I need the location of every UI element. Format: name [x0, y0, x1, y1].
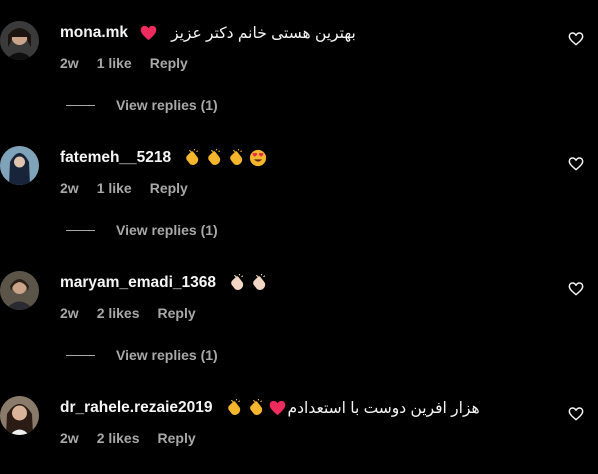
comment-line: fatemeh__5218: [60, 146, 267, 170]
clap-light-icon: [250, 274, 268, 292]
comment-meta: 2w 2 likes Reply: [60, 304, 214, 322]
comment-line: mona.mk بهترین هستی خانم دکتر عزیز: [60, 21, 356, 45]
comment-meta: 2w 1 like Reply: [60, 179, 206, 197]
like-heart-icon[interactable]: [568, 281, 584, 297]
username[interactable]: mona.mk: [60, 24, 128, 42]
comment-item: mona.mk بهترین هستی خانم دکتر عزیز 2w 1 …: [0, 21, 598, 146]
reply-button[interactable]: Reply: [158, 305, 196, 321]
like-count[interactable]: 2 likes: [97, 305, 140, 321]
like-count[interactable]: 1 like: [97, 55, 132, 71]
comment-item: dr_rahele.rezaie2019 هزار افرین دوست با …: [0, 396, 598, 474]
timestamp: 2w: [60, 430, 79, 446]
view-replies-button[interactable]: View replies (1): [66, 346, 218, 364]
clap-icon: [227, 149, 245, 167]
comment-line: maryam_emadi_1368: [60, 271, 268, 295]
reply-button[interactable]: Reply: [150, 180, 188, 196]
timestamp: 2w: [60, 305, 79, 321]
avatar[interactable]: [0, 396, 39, 435]
view-replies-label: View replies (1): [116, 347, 218, 363]
username[interactable]: maryam_emadi_1368: [60, 274, 216, 292]
view-replies-label: View replies (1): [116, 97, 218, 113]
like-heart-icon[interactable]: [568, 31, 584, 47]
username[interactable]: dr_rahele.rezaie2019: [60, 399, 213, 417]
pink-heart-icon: [140, 25, 157, 41]
avatar[interactable]: [0, 271, 39, 310]
avatar[interactable]: [0, 146, 39, 185]
comment-item: fatemeh__5218 2w 1 like Reply View repli…: [0, 146, 598, 271]
clap-icon: [225, 399, 243, 417]
like-count[interactable]: 2 likes: [97, 430, 140, 446]
avatar[interactable]: [0, 21, 39, 60]
comment-item: maryam_emadi_1368 2w 2 likes Reply View …: [0, 271, 598, 396]
comments-list: mona.mk بهترین هستی خانم دکتر عزیز 2w 1 …: [0, 0, 598, 474]
replies-divider: [66, 229, 95, 231]
clap-icon: [183, 149, 201, 167]
clap-light-icon: [228, 274, 246, 292]
replies-divider: [66, 104, 95, 106]
view-replies-button[interactable]: View replies (1): [66, 96, 218, 114]
heart-eyes-icon: [249, 149, 267, 167]
timestamp: 2w: [60, 55, 79, 71]
like-heart-icon[interactable]: [568, 406, 584, 422]
view-replies-button[interactable]: View replies (1): [66, 221, 218, 239]
pink-heart-icon: [269, 400, 286, 416]
comment-text: هزار افرین دوست با استعدادم: [287, 399, 480, 417]
clap-icon: [205, 149, 223, 167]
comment-line: dr_rahele.rezaie2019 هزار افرین دوست با …: [60, 396, 480, 420]
clap-icon: [247, 399, 265, 417]
like-heart-icon[interactable]: [568, 156, 584, 172]
comment-meta: 2w 2 likes Reply: [60, 429, 214, 447]
reply-button[interactable]: Reply: [158, 430, 196, 446]
view-replies-label: View replies (1): [116, 222, 218, 238]
comment-text: بهترین هستی خانم دکتر عزیز: [171, 24, 356, 42]
username[interactable]: fatemeh__5218: [60, 149, 171, 167]
reply-button[interactable]: Reply: [150, 55, 188, 71]
like-count[interactable]: 1 like: [97, 180, 132, 196]
comment-meta: 2w 1 like Reply: [60, 54, 206, 72]
timestamp: 2w: [60, 180, 79, 196]
replies-divider: [66, 354, 95, 356]
